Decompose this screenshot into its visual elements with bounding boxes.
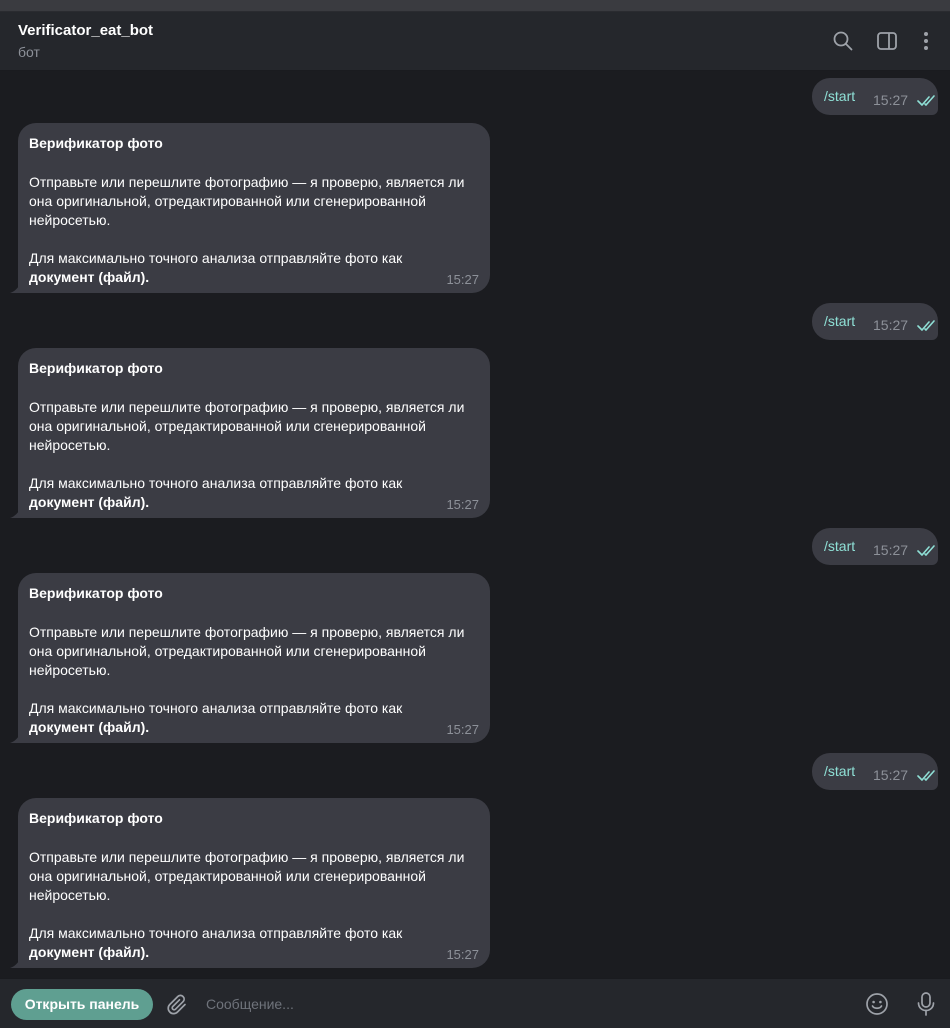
command-text[interactable]: /start <box>824 538 855 554</box>
double-check-icon <box>917 319 939 333</box>
message-title: Верификатор фото <box>29 135 163 151</box>
bubble-tail <box>10 954 22 968</box>
message-bold-text: документ (файл). <box>29 719 150 735</box>
bubble-tail <box>10 729 22 743</box>
incoming-message[interactable]: Верификатор фото Отправьте или перешлите… <box>10 348 490 518</box>
message-paragraph: Для максимально точного анализа отправля… <box>29 474 439 512</box>
command-text[interactable]: /start <box>824 763 855 779</box>
outgoing-message[interactable]: /start 15:27 <box>812 753 938 790</box>
message-composer: Открыть панель <box>0 978 950 1028</box>
command-text[interactable]: /start <box>824 88 855 104</box>
microphone-icon[interactable] <box>914 991 938 1017</box>
chat-title[interactable]: Verificator_eat_bot <box>18 22 153 39</box>
message-title: Верификатор фото <box>29 810 163 826</box>
message-title: Верификатор фото <box>29 360 163 376</box>
search-icon[interactable] <box>832 30 854 52</box>
message-paragraph: Для максимально точного анализа отправля… <box>29 249 439 287</box>
incoming-message[interactable]: Верификатор фото Отправьте или перешлите… <box>10 123 490 293</box>
message-time: 15:27 <box>446 272 479 287</box>
outgoing-message[interactable]: /start 15:27 <box>812 528 938 565</box>
message-paragraph: Отправьте или перешлите фотографию — я п… <box>29 399 465 453</box>
message-paragraph: Для максимально точного анализа отправля… <box>29 699 439 737</box>
more-vertical-icon[interactable] <box>915 30 937 52</box>
message-title: Верификатор фото <box>29 585 163 601</box>
double-check-icon <box>917 544 939 558</box>
open-panel-button[interactable]: Открыть панель <box>11 989 153 1020</box>
incoming-message[interactable]: Верификатор фото Отправьте или перешлите… <box>10 573 490 743</box>
message-bold-text: документ (файл). <box>29 494 150 510</box>
message-time: 15:27 <box>873 317 909 333</box>
message-text: Для максимально точного анализа отправля… <box>29 925 403 941</box>
outgoing-message[interactable]: /start 15:27 <box>812 78 938 115</box>
command-text[interactable]: /start <box>824 313 855 329</box>
message-text: Для максимально точного анализа отправля… <box>29 250 403 266</box>
message-paragraph: Для максимально точного анализа отправля… <box>29 924 439 962</box>
chat-header: Verificator_eat_bot бот <box>0 12 950 71</box>
bubble-tail <box>10 279 22 293</box>
double-check-icon <box>917 94 939 108</box>
sidebar-panel-icon[interactable] <box>876 30 898 52</box>
chat-subtitle: бот <box>18 44 40 60</box>
message-paragraph: Отправьте или перешлите фотографию — я п… <box>29 849 465 903</box>
message-time: 15:27 <box>873 767 909 783</box>
message-time: 15:27 <box>446 497 479 512</box>
message-time: 15:27 <box>446 947 479 962</box>
message-time: 15:27 <box>873 542 909 558</box>
message-bold-text: документ (файл). <box>29 269 150 285</box>
message-text: Для максимально точного анализа отправля… <box>29 700 403 716</box>
window-top-strip <box>0 0 950 12</box>
message-input[interactable] <box>200 991 840 1017</box>
message-paragraph: Отправьте или перешлите фотографию — я п… <box>29 624 465 678</box>
message-bold-text: документ (файл). <box>29 944 150 960</box>
outgoing-message[interactable]: /start 15:27 <box>812 303 938 340</box>
incoming-message[interactable]: Верификатор фото Отправьте или перешлите… <box>10 798 490 968</box>
message-list[interactable]: /start 15:27 Верификатор фото Отправьте … <box>0 71 950 978</box>
bubble-tail <box>10 504 22 518</box>
message-paragraph: Отправьте или перешлите фотографию — я п… <box>29 174 465 228</box>
double-check-icon <box>917 769 939 783</box>
message-text: Для максимально точного анализа отправля… <box>29 475 403 491</box>
emoji-icon[interactable] <box>865 992 889 1016</box>
message-time: 15:27 <box>873 92 909 108</box>
paperclip-icon[interactable] <box>166 993 190 1017</box>
message-time: 15:27 <box>446 722 479 737</box>
